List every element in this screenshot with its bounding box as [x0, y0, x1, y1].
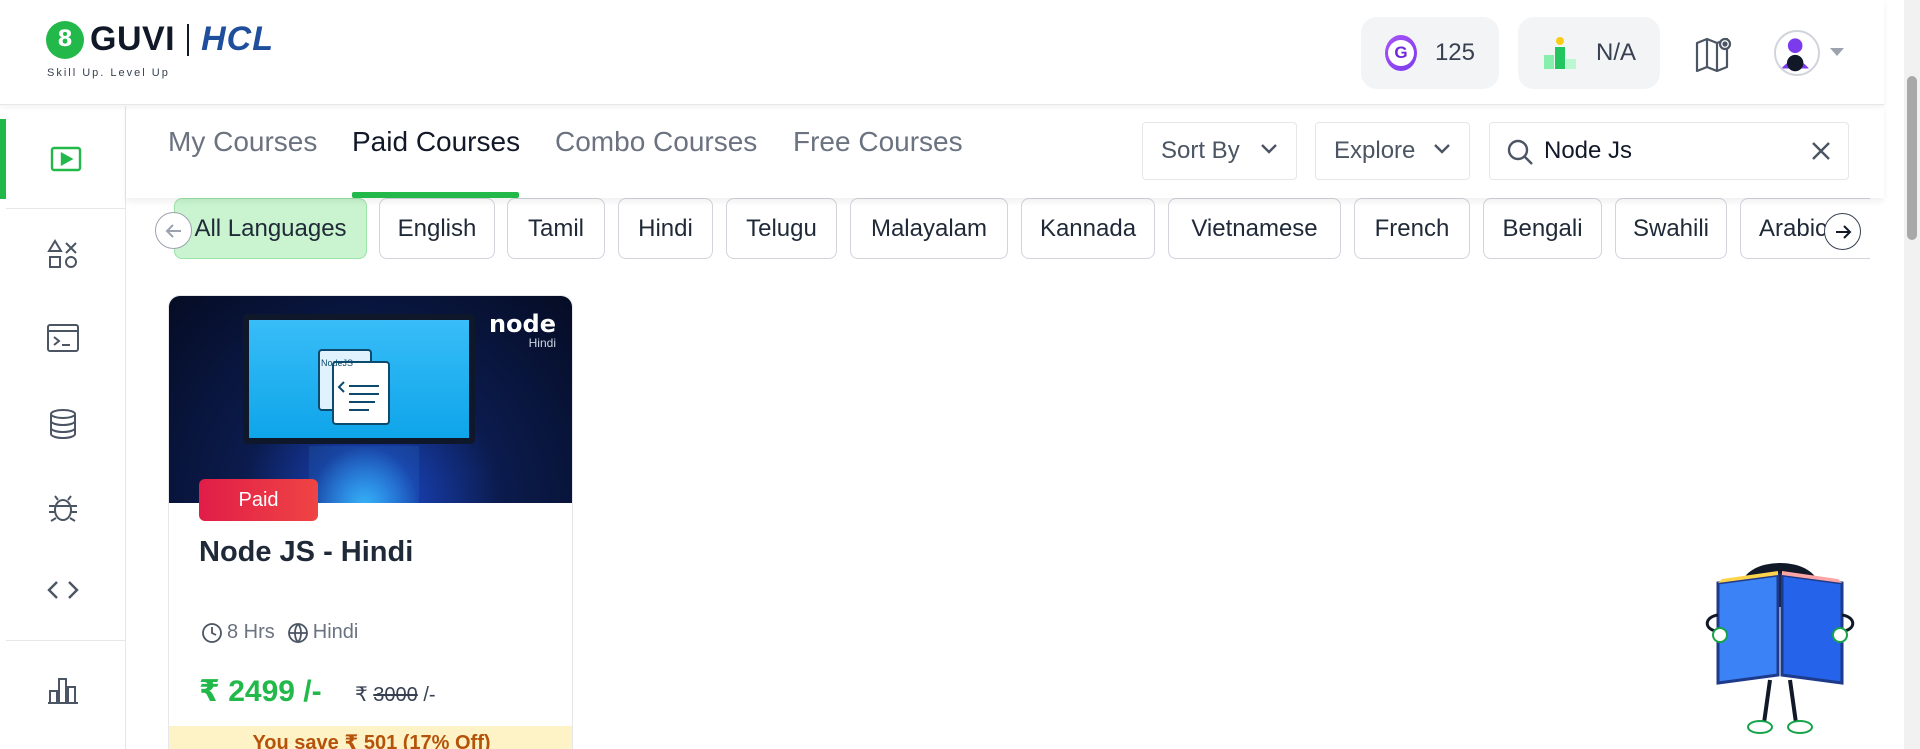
- course-card[interactable]: NodeJS node Hindi Paid Node JS - Hindi 8…: [168, 295, 573, 749]
- sidebar-item-database[interactable]: [0, 384, 126, 464]
- shapes-icon: [47, 239, 77, 268]
- nodejs-file-icon: NodeJS: [318, 349, 390, 425]
- chip-hindi[interactable]: Hindi: [618, 198, 713, 259]
- language-filter-row: All Languages English Tamil Hindi Telugu…: [150, 198, 1870, 262]
- currency-symbol: ₹: [355, 684, 368, 706]
- guvi-hcl-logo[interactable]: 8 GUVI HCL: [46, 20, 274, 59]
- chevron-down-icon: [1261, 144, 1277, 154]
- sidebar-item-leaderboard[interactable]: [0, 650, 126, 730]
- chip-all-languages[interactable]: All Languages: [174, 198, 367, 259]
- clock-icon: [202, 622, 222, 643]
- thumbnail-language: Hindi: [528, 336, 556, 350]
- roadmap-icon[interactable]: [1694, 34, 1736, 74]
- chip-telugu[interactable]: Telugu: [726, 198, 837, 259]
- course-duration: 8 Hrs: [227, 621, 275, 643]
- original-price-suffix: /-: [417, 684, 436, 706]
- scroll-left-button[interactable]: [155, 212, 192, 249]
- explore-dropdown[interactable]: Explore: [1315, 122, 1470, 180]
- tab-my-courses[interactable]: My Courses: [168, 126, 317, 158]
- chip-malayalam[interactable]: Malayalam: [850, 198, 1008, 259]
- brand-tagline: Skill Up. Level Up: [47, 67, 170, 79]
- reading-mascot-image: [1705, 563, 1855, 734]
- chip-kannada[interactable]: Kannada: [1021, 198, 1155, 259]
- original-price: ₹ 3000 /-: [355, 682, 436, 707]
- chip-tamil[interactable]: Tamil: [507, 198, 605, 259]
- close-icon[interactable]: [1810, 140, 1832, 162]
- course-meta: 8 Hrs Hindi: [201, 621, 358, 644]
- chip-bengali[interactable]: Bengali: [1483, 198, 1602, 259]
- sidebar-divider: [6, 640, 126, 641]
- chip-english[interactable]: English: [379, 198, 495, 259]
- terminal-icon: [47, 324, 79, 352]
- active-tab-indicator: [352, 192, 519, 198]
- play-icon: [50, 146, 82, 172]
- globe-icon: [287, 622, 308, 643]
- sidebar: [0, 106, 126, 749]
- search-input[interactable]: [1544, 135, 1794, 167]
- svg-text:NodeJS: NodeJS: [321, 358, 353, 368]
- tab-combo-courses[interactable]: Combo Courses: [555, 126, 757, 158]
- tab-paid-courses[interactable]: Paid Courses: [352, 126, 520, 158]
- coin-icon: G: [1385, 35, 1417, 71]
- code-icon: [47, 581, 79, 599]
- user-avatar[interactable]: [1774, 30, 1820, 76]
- arrow-right-icon: [1835, 224, 1851, 239]
- explore-label: Explore: [1334, 137, 1416, 164]
- hcl-wordmark: HCL: [201, 20, 275, 58]
- search-icon: [1507, 139, 1533, 165]
- course-price: ₹ 2499 /-: [199, 675, 322, 708]
- chip-french[interactable]: French: [1354, 198, 1470, 259]
- paid-badge: Paid: [199, 479, 318, 521]
- sidebar-item-debug[interactable]: [0, 468, 126, 548]
- sidebar-item-ide[interactable]: [0, 298, 126, 378]
- bug-icon: [49, 495, 77, 522]
- arrow-left-icon: [165, 223, 181, 238]
- savings-banner: You save ₹ 501 (17% Off): [169, 726, 572, 749]
- guvi-wordmark: GUVI: [90, 20, 176, 58]
- logo-divider: [187, 23, 190, 56]
- chip-vietnamese[interactable]: Vietnamese: [1168, 198, 1341, 259]
- sidebar-divider: [6, 208, 126, 209]
- sidebar-item-code[interactable]: [0, 550, 126, 630]
- chevron-down-icon[interactable]: [1830, 48, 1844, 56]
- rank-pill[interactable]: N/A: [1518, 17, 1660, 89]
- sidebar-item-practice[interactable]: [0, 214, 126, 294]
- course-title[interactable]: Node JS - Hindi: [199, 536, 413, 569]
- original-price-value: 3000: [373, 684, 418, 706]
- course-search: [1489, 122, 1849, 180]
- page-scrollbar[interactable]: [1904, 0, 1920, 749]
- database-icon: [50, 409, 76, 440]
- sidebar-item-videos[interactable]: [0, 119, 126, 199]
- nodejs-logo: node: [488, 310, 556, 338]
- sort-by-label: Sort By: [1161, 137, 1240, 164]
- thumbnail-beam: [309, 446, 419, 503]
- top-header: 8 GUVI HCL Skill Up. Level Up G 125 N/A: [0, 0, 1884, 105]
- chip-swahili[interactable]: Swahili: [1615, 198, 1727, 259]
- tab-free-courses[interactable]: Free Courses: [793, 126, 963, 158]
- coins-pill[interactable]: G 125: [1361, 17, 1499, 89]
- scroll-right-button[interactable]: [1824, 213, 1861, 250]
- bar-chart-icon: [48, 678, 78, 704]
- scrollbar-thumb[interactable]: [1907, 76, 1917, 240]
- course-language: Hindi: [312, 621, 359, 643]
- sort-by-dropdown[interactable]: Sort By: [1142, 122, 1297, 180]
- rank-value: N/A: [1595, 39, 1636, 66]
- chevron-down-icon: [1434, 144, 1450, 154]
- course-thumbnail: NodeJS node Hindi: [169, 296, 572, 503]
- coins-count: 125: [1434, 39, 1475, 66]
- course-tabs-bar: My Courses Paid Courses Combo Courses Fr…: [126, 106, 1884, 198]
- rank-podium-icon: [1543, 37, 1576, 69]
- guvi-logo-mark: 8: [46, 20, 84, 59]
- thumbnail-monitor: NodeJS: [243, 314, 475, 444]
- avatar-icon: [1781, 38, 1809, 72]
